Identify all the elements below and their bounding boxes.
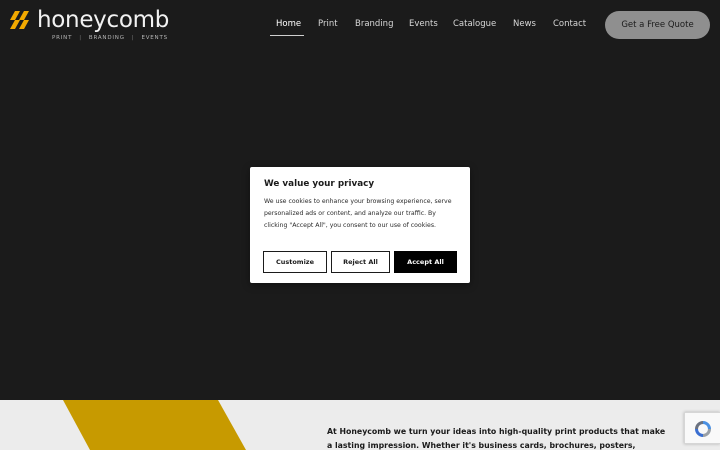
nav-item-events[interactable]: Events — [409, 18, 438, 30]
brand-tagline: PRINT | BRANDING | EVENTS — [52, 35, 182, 41]
tagline-separator: | — [131, 35, 135, 41]
nav-item-print[interactable]: Print — [318, 18, 338, 30]
tagline-print: PRINT — [52, 35, 73, 41]
nav-item-catalogue[interactable]: Catalogue — [453, 18, 496, 30]
tagline-branding: BRANDING — [88, 35, 125, 41]
site-header: honeycomb PRINT | BRANDING | EVENTS Home Pri… — [0, 0, 720, 50]
cookie-title: We value your privacy — [264, 179, 375, 189]
recaptcha-badge[interactable] — [684, 412, 720, 444]
tagline-events: EVENTS — [141, 35, 168, 41]
nav-item-news[interactable]: News — [513, 18, 536, 30]
nav-item-home[interactable]: Home — [276, 18, 301, 30]
tagline-separator: | — [79, 35, 82, 41]
brand-name: honeycomb — [37, 7, 170, 33]
cookie-description: We use cookies to enhance your browsing … — [264, 198, 452, 229]
intro-section: At Honeycomb we turn your ideas into hig… — [0, 400, 720, 450]
honeycomb-logo-icon — [10, 11, 29, 29]
get-quote-button[interactable]: Get a Free Quote — [605, 11, 710, 39]
nav-active-underline — [270, 35, 304, 36]
recaptcha-icon — [695, 421, 711, 437]
reject-all-button[interactable]: Reject All — [331, 251, 390, 273]
cookie-consent-dialog: We value your privacy We use cookies to … — [250, 167, 470, 283]
intro-text: At Honeycomb we turn your ideas into hig… — [327, 427, 666, 450]
customize-button[interactable]: Customize — [263, 251, 327, 273]
nav-item-branding[interactable]: Branding — [355, 18, 393, 30]
accept-all-button[interactable]: Accept All — [394, 251, 457, 273]
nav-item-contact[interactable]: Contact — [553, 18, 586, 30]
brand-logo[interactable]: honeycomb PRINT | BRANDING | EVENTS — [10, 7, 170, 44]
decorative-yellow-stripe — [63, 400, 246, 450]
